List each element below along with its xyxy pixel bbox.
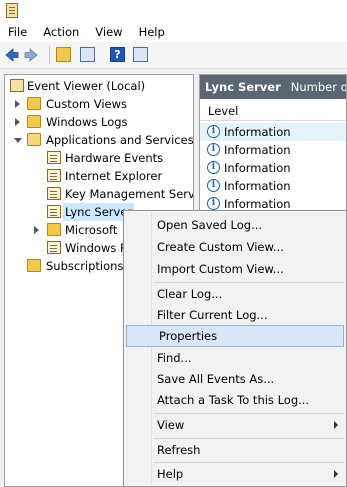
information-icon: i xyxy=(207,161,220,174)
up-folder-icon[interactable] xyxy=(56,47,71,62)
event-row[interactable]: i Information xyxy=(200,123,346,141)
menu-item-help-label: Help xyxy=(157,467,184,481)
context-menu: Open Saved Log... Create Custom View... … xyxy=(123,210,347,487)
event-row[interactable]: i Information xyxy=(200,177,346,195)
log-icon xyxy=(47,241,61,254)
tree-item-label: Microsoft xyxy=(65,223,118,237)
pane-subtitle: Number of e xyxy=(290,80,347,94)
menu-item-create-custom-view[interactable]: Create Custom View... xyxy=(124,236,346,258)
menu-item-view-label: View xyxy=(157,418,185,432)
event-row[interactable]: i Information xyxy=(200,159,346,177)
column-header-level[interactable]: Level xyxy=(200,101,346,121)
tree-item-label: Custom Views xyxy=(46,97,127,111)
event-level: Information xyxy=(224,197,291,211)
information-icon: i xyxy=(207,179,220,192)
event-viewer-icon xyxy=(10,79,24,92)
toolbar-separator xyxy=(49,46,50,64)
menu-item-open-saved-log[interactable]: Open Saved Log... xyxy=(124,214,346,236)
show-hide-console-tree-icon[interactable] xyxy=(80,47,95,62)
menu-item-import-custom-view[interactable]: Import Custom View... xyxy=(124,258,346,280)
tree-item-label: Hardware Events xyxy=(65,151,164,165)
tree-item-label: Subscriptions xyxy=(46,259,124,273)
back-arrow-icon[interactable] xyxy=(5,47,19,63)
pane-title: Lync Server xyxy=(205,80,281,94)
help-icon[interactable]: ? xyxy=(110,47,125,62)
expand-icon[interactable] xyxy=(15,100,20,108)
expand-icon[interactable] xyxy=(34,226,39,234)
title-bar xyxy=(0,0,347,22)
toolbar: ? xyxy=(0,42,347,69)
open-folder-icon xyxy=(27,133,41,146)
log-icon xyxy=(47,169,61,182)
submenu-arrow-icon xyxy=(334,421,338,429)
information-icon: i xyxy=(207,197,220,210)
menu-bar: File Action View Help xyxy=(0,22,347,42)
event-viewer-app-icon xyxy=(6,3,18,18)
log-icon xyxy=(47,205,61,218)
menu-item-find[interactable]: Find... xyxy=(124,347,346,369)
show-action-pane-icon[interactable] xyxy=(133,47,148,62)
forward-arrow-icon[interactable] xyxy=(24,47,38,63)
folder-icon xyxy=(27,115,41,128)
tree-item-label: Internet Explorer xyxy=(65,169,163,183)
menu-item-properties[interactable]: Properties xyxy=(126,325,344,347)
menu-view[interactable]: View xyxy=(87,22,130,42)
tree-item-label: Event Viewer (Local) xyxy=(27,79,146,93)
information-icon: i xyxy=(207,125,220,138)
event-level: Information xyxy=(224,161,291,175)
menu-item-view[interactable]: View xyxy=(124,414,346,436)
event-level: Information xyxy=(224,143,291,157)
log-icon xyxy=(47,151,61,164)
log-icon xyxy=(47,187,61,200)
folder-icon xyxy=(27,97,41,110)
menu-action[interactable]: Action xyxy=(35,22,87,42)
tree-item-label: Windows Logs xyxy=(46,115,128,129)
tree-item-label: Applications and Services Lo xyxy=(46,133,194,147)
information-icon: i xyxy=(207,143,220,156)
event-level: Information xyxy=(224,125,291,139)
menu-help[interactable]: Help xyxy=(131,22,173,42)
event-level: Information xyxy=(224,179,291,193)
collapse-icon[interactable] xyxy=(14,138,22,143)
menu-item-refresh[interactable]: Refresh xyxy=(124,439,346,461)
subscriptions-icon xyxy=(27,259,41,272)
menu-item-filter-current-log[interactable]: Filter Current Log... xyxy=(124,304,346,326)
menu-item-attach-task[interactable]: Attach a Task To this Log... xyxy=(124,389,346,411)
menu-item-clear-log[interactable]: Clear Log... xyxy=(124,283,346,305)
menu-item-save-all-events-as[interactable]: Save All Events As... xyxy=(124,368,346,390)
submenu-arrow-icon xyxy=(334,470,338,478)
event-row[interactable]: i Information xyxy=(200,141,346,159)
tree-item-label: Windows P xyxy=(65,241,127,255)
pane-header: Lync Server Number of e xyxy=(200,75,347,99)
folder-icon xyxy=(47,223,61,236)
tree-item-label: Key Management Service xyxy=(65,187,193,201)
expand-icon[interactable] xyxy=(15,118,20,126)
menu-file[interactable]: File xyxy=(0,22,35,42)
menu-item-help[interactable]: Help xyxy=(124,463,346,485)
